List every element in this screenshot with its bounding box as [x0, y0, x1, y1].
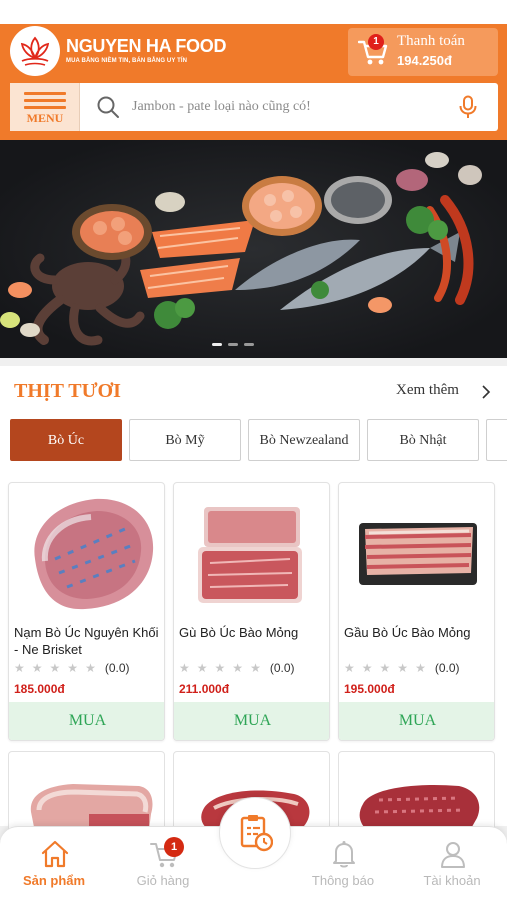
home-icon	[41, 840, 69, 868]
brand-slogan: MUA BẰNG NIỀM TIN, BÁN BẰNG UY TÍN	[66, 58, 188, 64]
nav-notifications[interactable]: Thông báo	[293, 827, 393, 900]
star-icon: ★	[31, 661, 43, 675]
star-icon: ★	[415, 661, 426, 675]
product-card[interactable]: Nạm Bò Úc Nguyên Khối - Ne Brisket ★ ★ ★ ★ ★…	[8, 482, 165, 741]
nav-label: Giỏ hàng	[136, 873, 190, 888]
tab-bo-my[interactable]: Bò Mỹ	[129, 419, 241, 461]
nav-account[interactable]: Tài khoản	[402, 827, 502, 900]
seafood-banner-image	[0, 152, 482, 346]
microphone-icon[interactable]	[457, 95, 479, 119]
product-card[interactable]: Gù Bò Úc Bào Mỏng ★ ★ ★ ★ ★ (0.0) 211.000đ M…	[173, 482, 330, 741]
cart-count-badge: 1	[368, 34, 384, 50]
star-icon: ★	[85, 661, 96, 675]
tab-bo-newzealand[interactable]: Bò Newzealand	[248, 419, 360, 461]
brand-name: NGUYEN HA FOOD	[66, 36, 227, 56]
buy-button[interactable]: MUA	[9, 702, 164, 740]
buy-button[interactable]: MUA	[174, 702, 329, 740]
header: NGUYEN HA FOOD MUA BẰNG NIỀM TIN, BÁN BẰ…	[0, 0, 507, 140]
tab-more[interactable]	[486, 419, 507, 461]
tab-bo-uc[interactable]: Bò Úc	[10, 419, 122, 461]
buy-button[interactable]: MUA	[339, 702, 494, 740]
search-input[interactable]	[132, 95, 452, 119]
product-rating: ★ ★ ★ ★ ★ (0.0)	[344, 661, 460, 675]
checkout-label: Thanh toán	[397, 33, 465, 49]
banner-pagination	[212, 343, 254, 346]
product-price: 195.000đ	[344, 682, 395, 696]
status-bar	[0, 0, 507, 24]
section-title: THỊT TƯƠI	[14, 380, 121, 402]
bell-icon	[333, 841, 355, 868]
search-icon[interactable]	[96, 95, 120, 119]
menu-button[interactable]: MENU	[10, 83, 80, 131]
product-card[interactable]: Gầu Bò Úc Bào Mỏng ★ ★ ★ ★ ★ (0.0) 195.000đ …	[338, 482, 495, 741]
hamburger-icon	[24, 92, 66, 110]
star-icon: ★	[14, 661, 25, 675]
star-icon: ★	[196, 661, 208, 675]
brand: NGUYEN HA FOOD MUA BẰNG NIỀM TIN, BÁN BẰ…	[66, 36, 226, 66]
octopus-illustration	[30, 243, 145, 346]
rating-value: (0.0)	[434, 661, 460, 675]
banner-dot[interactable]	[244, 343, 254, 346]
brand-logo[interactable]	[10, 26, 60, 76]
promo-banner[interactable]	[0, 140, 507, 358]
nav-products[interactable]: Sản phẩm	[4, 827, 104, 900]
product-name: Gầu Bò Úc Bào Mỏng	[344, 625, 471, 640]
product-name: Nạm Bò Úc Nguyên Khối - Ne Brisket	[14, 625, 159, 657]
star-icon: ★	[361, 661, 373, 675]
nav-label: Tài khoản	[423, 873, 481, 888]
star-icon: ★	[232, 661, 244, 675]
rating-value: (0.0)	[104, 661, 130, 675]
product-price: 185.000đ	[14, 682, 65, 696]
product-image	[198, 507, 302, 603]
star-icon: ★	[49, 661, 61, 675]
search-bar: MENU	[10, 83, 498, 131]
nav-cart[interactable]: Giỏ hàng	[113, 827, 213, 900]
nav-label: Thông báo	[311, 873, 375, 888]
product-price: 211.000đ	[179, 682, 230, 696]
product-rating: ★ ★ ★ ★ ★ (0.0)	[179, 661, 295, 675]
star-icon: ★	[344, 661, 355, 675]
star-icon: ★	[179, 661, 190, 675]
cart-badge: 1	[164, 837, 184, 857]
star-icon: ★	[67, 661, 79, 675]
chevron-right-icon[interactable]	[480, 385, 492, 399]
orders-center-button[interactable]	[219, 797, 291, 869]
see-more-link[interactable]: Xem thêm	[396, 382, 459, 399]
star-icon: ★	[250, 661, 261, 675]
banner-dot[interactable]	[212, 343, 222, 346]
menu-label: MENU	[26, 111, 64, 125]
lotus-logo-icon	[20, 36, 50, 66]
product-image	[34, 498, 154, 610]
product-rating: ★ ★ ★ ★ ★ (0.0)	[14, 661, 130, 675]
category-tabs: Bò Úc Bò Mỹ Bò Newzealand Bò Nhật	[10, 419, 507, 461]
star-icon: ★	[379, 661, 391, 675]
star-icon: ★	[214, 661, 226, 675]
banner-dot[interactable]	[228, 343, 238, 346]
product-name: Gù Bò Úc Bào Mỏng	[179, 625, 299, 640]
checkout-total: 194.250đ	[397, 53, 452, 68]
user-icon	[441, 842, 465, 868]
star-icon: ★	[397, 661, 409, 675]
order-list-icon	[240, 815, 273, 852]
checkout-button[interactable]: 1 Thanh toán 194.250đ	[348, 28, 498, 76]
nav-label: Sản phẩm	[22, 873, 86, 888]
product-image	[359, 523, 477, 585]
tab-bo-nhat[interactable]: Bò Nhật	[367, 419, 479, 461]
rating-value: (0.0)	[269, 661, 295, 675]
app-screen: NGUYEN HA FOOD MUA BẰNG NIỀM TIN, BÁN BẰ…	[0, 0, 507, 900]
